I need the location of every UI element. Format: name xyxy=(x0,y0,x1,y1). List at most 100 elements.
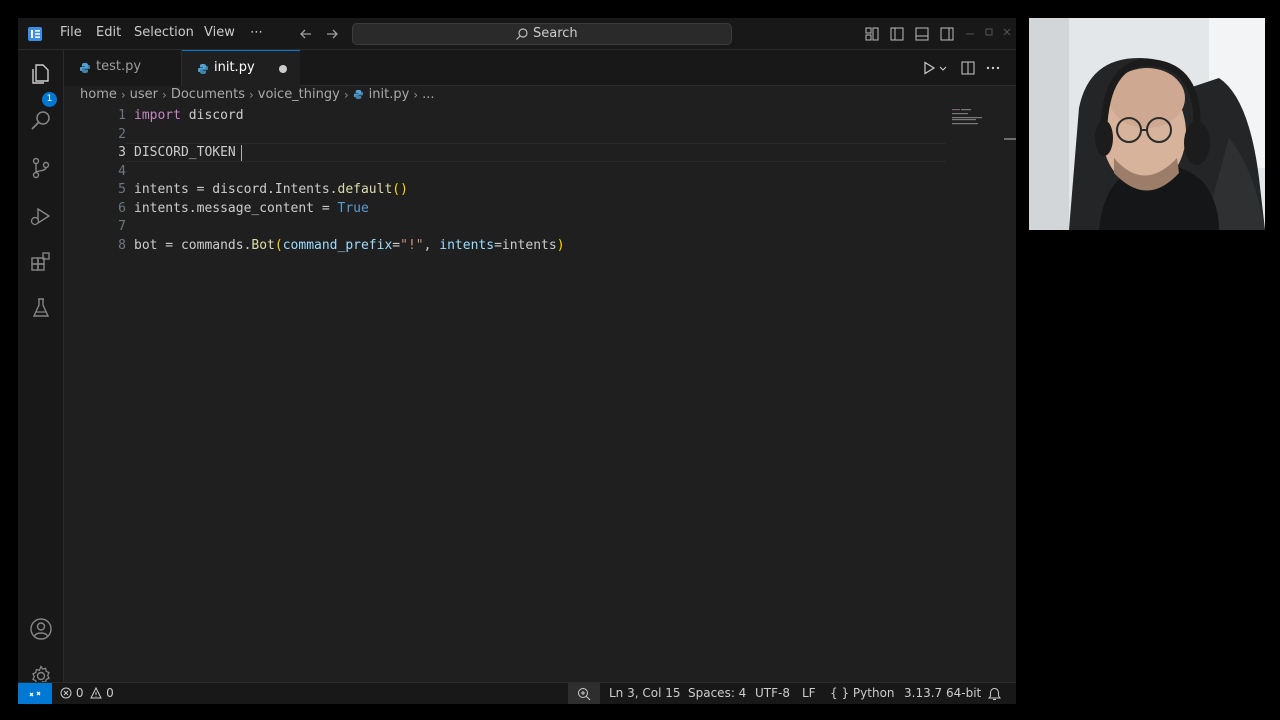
breadcrumb-item[interactable]: Documents xyxy=(171,87,245,102)
account-icon[interactable] xyxy=(29,617,53,641)
code-token: = xyxy=(392,237,401,253)
code-line[interactable]: intents.message_content = True xyxy=(134,200,369,219)
line-number: 1 xyxy=(118,108,126,123)
constant-token: True xyxy=(337,200,369,216)
zoom-in-icon xyxy=(578,688,591,701)
code-token: DISCORD_TOKEN xyxy=(134,145,236,160)
vscode-logo-icon xyxy=(28,27,42,41)
breadcrumb-item[interactable]: ... xyxy=(422,87,434,102)
menu-view[interactable]: View xyxy=(204,25,235,40)
code-token: intents = discord.Intents. xyxy=(134,182,338,197)
minimap[interactable] xyxy=(950,107,1010,147)
close-window-icon[interactable] xyxy=(1001,26,1013,38)
indentation-setting[interactable]: Spaces: 4 xyxy=(688,686,746,700)
param-token: command_prefix xyxy=(282,237,393,253)
arrow-left-icon[interactable] xyxy=(298,26,314,42)
text-cursor xyxy=(241,145,242,161)
search-icon[interactable] xyxy=(29,108,53,132)
current-line-highlight xyxy=(126,143,946,162)
paren-token: ( xyxy=(274,237,283,253)
menu-file[interactable]: File xyxy=(60,25,82,40)
title-bar: File Edit Selection View ⋯ Search xyxy=(18,18,1016,50)
string-token: "!" xyxy=(400,237,424,253)
chevron-right-icon: › xyxy=(248,87,254,102)
warning-count: 0 xyxy=(106,686,114,700)
warning-icon xyxy=(90,686,103,699)
keyword-token: import xyxy=(134,108,181,123)
vscode-window: File Edit Selection View ⋯ Search 1 test… xyxy=(18,18,1016,704)
toggle-secondary-sidebar-icon[interactable] xyxy=(939,26,955,42)
breadcrumb-item[interactable]: user xyxy=(130,87,158,102)
run-python-file-icon[interactable] xyxy=(921,60,937,76)
tab-test-py[interactable]: test.py xyxy=(64,50,182,86)
split-editor-icon[interactable] xyxy=(960,60,976,76)
tab-label: init.py xyxy=(214,60,255,75)
customize-layout-icon[interactable] xyxy=(864,26,880,42)
paren-token: ) xyxy=(556,237,565,253)
toggle-primary-sidebar-icon[interactable] xyxy=(889,26,905,42)
error-count: 0 xyxy=(75,686,84,700)
toggle-panel-icon[interactable] xyxy=(914,26,930,42)
tab-init-py[interactable]: init.py xyxy=(182,50,300,86)
code-token: intents.message_content = xyxy=(134,200,338,216)
chevron-down-icon[interactable] xyxy=(938,60,948,76)
code-line[interactable]: bot = commands.Bot(command_prefix="!", i… xyxy=(134,237,565,256)
code-token: bot = commands. xyxy=(134,237,252,253)
paren-token: () xyxy=(392,182,408,197)
unsaved-changes-dot[interactable] xyxy=(279,65,287,73)
python-interpreter[interactable]: 3.13.7 64-bit xyxy=(904,686,981,700)
code-line-active[interactable]: DISCORD_TOKEN xyxy=(134,144,236,163)
code-line[interactable]: intents = discord.Intents.default() xyxy=(134,181,408,200)
tab-label: test.py xyxy=(96,59,142,74)
code-line[interactable]: import discord xyxy=(134,107,244,126)
command-center-search[interactable]: Search xyxy=(352,23,732,45)
problems-status[interactable]: 0 0 xyxy=(60,686,114,700)
code-token: discord xyxy=(180,108,244,123)
minimize-icon[interactable] xyxy=(964,26,976,38)
python-file-icon xyxy=(198,64,208,74)
scrollbar-position-marker[interactable] xyxy=(1004,138,1016,140)
maximize-icon[interactable] xyxy=(983,26,995,38)
breadcrumb: home › user › Documents › voice_thingy › init.py… xyxy=(80,87,980,107)
testing-flask-icon[interactable] xyxy=(29,296,53,320)
language-mode[interactable]: { } Python xyxy=(830,686,895,700)
chevron-right-icon: › xyxy=(413,87,419,102)
editor-tab-bar: test.py init.py xyxy=(64,50,1016,86)
activity-bar: 1 xyxy=(18,50,64,687)
line-number: 4 xyxy=(118,163,126,179)
webcam-overlay-image xyxy=(1029,18,1265,230)
run-and-debug-icon[interactable] xyxy=(29,204,53,228)
menu-more[interactable]: ⋯ xyxy=(250,25,263,40)
chevron-right-icon: › xyxy=(120,87,126,102)
extensions-icon[interactable] xyxy=(29,250,53,274)
line-number: 6 xyxy=(118,200,126,216)
python-file-icon xyxy=(80,63,90,73)
remote-connection-icon xyxy=(29,691,41,697)
menu-selection[interactable]: Selection xyxy=(134,25,194,40)
zoom-indicator[interactable] xyxy=(568,683,600,704)
line-number-active: 3 xyxy=(118,145,126,160)
function-token: Bot xyxy=(251,237,275,253)
function-token: default xyxy=(337,182,393,197)
more-actions-icon[interactable] xyxy=(985,60,1001,76)
line-number: 7 xyxy=(118,219,126,234)
end-of-line-setting[interactable]: LF xyxy=(802,686,816,700)
cursor-position[interactable]: Ln 3, Col 15 xyxy=(609,686,681,700)
menu-edit[interactable]: Edit xyxy=(96,25,121,40)
remote-indicator-button[interactable] xyxy=(18,683,52,704)
source-control-icon[interactable] xyxy=(29,156,53,180)
notifications-bell-icon[interactable] xyxy=(988,687,1001,701)
encoding-setting[interactable]: UTF-8 xyxy=(755,686,790,700)
code-token: =intents xyxy=(494,237,557,253)
code-token: , xyxy=(423,237,440,253)
code-editor[interactable]: 1 2 3 4 5 6 7 8 import discord DISCORD_T… xyxy=(64,107,1016,682)
breadcrumb-item[interactable]: voice_thingy xyxy=(258,87,340,102)
arrow-right-icon[interactable] xyxy=(324,26,340,42)
search-label: Search xyxy=(533,26,578,41)
breadcrumb-item[interactable]: init.py xyxy=(369,87,410,102)
breadcrumb-item[interactable]: home xyxy=(80,87,117,102)
line-number: 8 xyxy=(118,237,126,253)
language-label: Python xyxy=(852,686,895,700)
explorer-files-icon[interactable] xyxy=(29,62,53,86)
line-number: 5 xyxy=(118,182,126,197)
